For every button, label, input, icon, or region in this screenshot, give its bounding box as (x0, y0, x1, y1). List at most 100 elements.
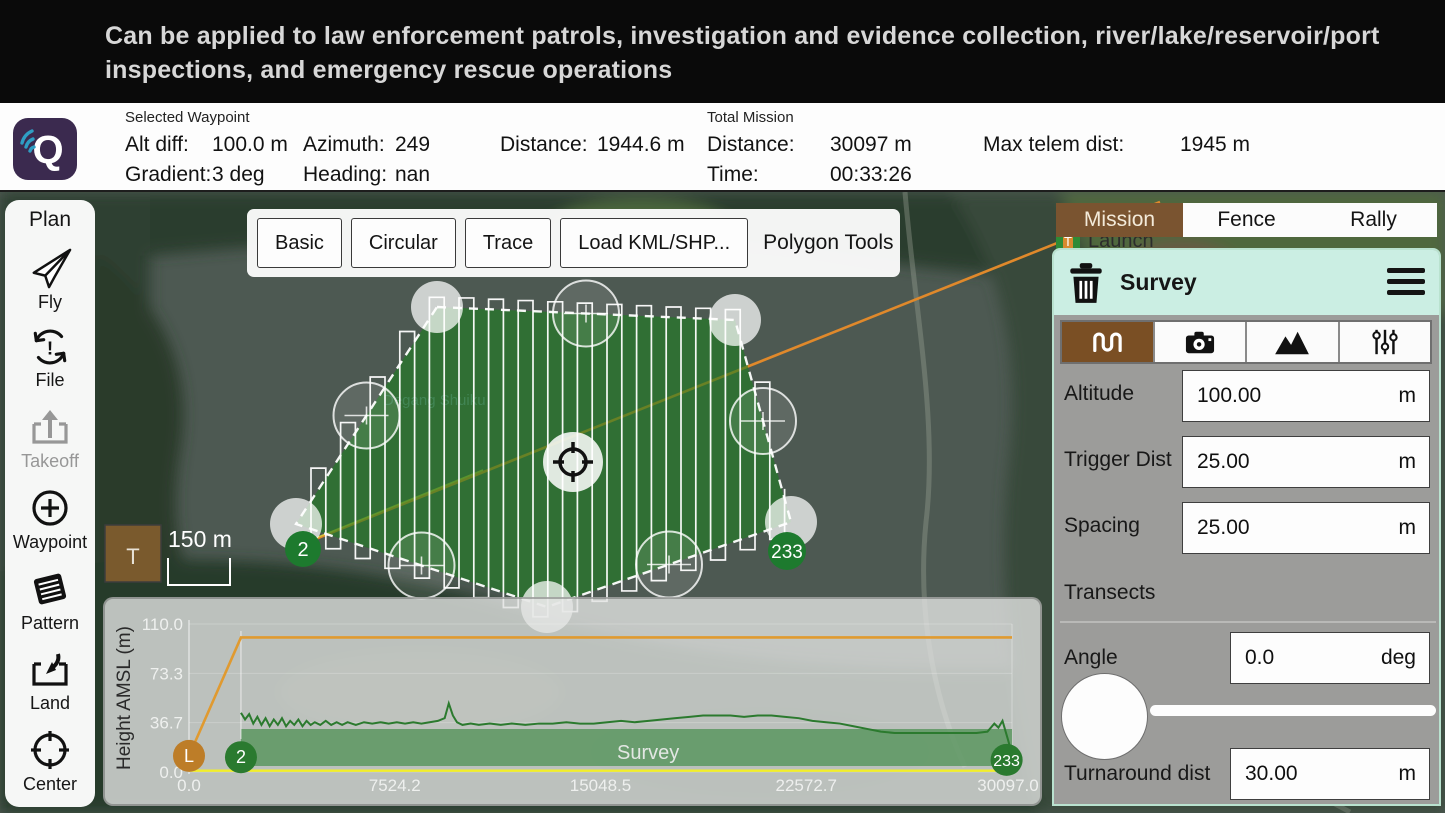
basic-button[interactable]: Basic (257, 218, 342, 268)
spacing-label: Spacing (1064, 514, 1140, 538)
waypoint-marker-2[interactable]: 2 (285, 531, 321, 567)
transects-section-label: Transects (1064, 581, 1155, 605)
banner-text-line1: Can be applied to law enforcement patrol… (105, 22, 1380, 51)
map-workspace: Degang Shuiku 2 (0, 192, 1445, 813)
mission-time-label: Time: (707, 163, 759, 187)
chart-marker-2: 2 (225, 741, 257, 773)
tab-fence[interactable]: Fence (1183, 203, 1310, 237)
chart-y-axis-title: Height AMSL (m) (114, 618, 136, 778)
altitude-input[interactable]: 100.00 m (1182, 370, 1430, 422)
wp-distance-label: Distance: (500, 133, 588, 157)
sidebar-item-pattern[interactable]: Pattern (21, 568, 79, 634)
polygon-edge-split-handle[interactable] (389, 533, 455, 599)
gradient-value: 3 deg (212, 163, 265, 187)
tab-terrain[interactable] (1247, 322, 1338, 362)
svg-text:Q: Q (32, 128, 63, 172)
mission-time-value: 00:33:26 (830, 163, 912, 187)
x-tick-label: 7524.2 (369, 776, 421, 795)
polygon-edge-split-handle[interactable] (730, 388, 796, 454)
sidebar-label-file: File (35, 370, 64, 391)
tab-stats[interactable] (1340, 322, 1431, 362)
sidebar-label-land: Land (30, 693, 70, 714)
plan-sidebar: Plan Fly ! File Takeoff (5, 200, 95, 807)
sidebar-item-land[interactable]: Land (28, 648, 72, 714)
transect-grid-icon (1090, 327, 1124, 357)
waypoint-marker-233[interactable]: 233 (768, 532, 806, 570)
trigger-dist-input[interactable]: 25.00 m (1182, 436, 1430, 488)
altitude-label: Altitude (1064, 382, 1134, 406)
delete-survey-icon[interactable] (1066, 261, 1106, 305)
angle-slider-knob[interactable] (1061, 673, 1148, 760)
wp-distance-value: 1944.6 m (597, 133, 685, 157)
spacing-input[interactable]: 25.00 m (1182, 502, 1430, 554)
svg-text:150 m: 150 m (168, 526, 232, 552)
max-telem-label: Max telem dist: (983, 133, 1124, 157)
survey-menu-icon[interactable] (1387, 268, 1425, 296)
polygon-vertex-handle[interactable] (411, 281, 463, 333)
banner-text-line2: inspections, and emergency rescue operat… (105, 56, 672, 85)
polygon-edge-split-handle[interactable] (334, 383, 400, 449)
app-logo: Q (12, 117, 78, 181)
tab-grid[interactable] (1062, 322, 1153, 362)
turnaround-dist-input[interactable]: 30.00 m (1230, 748, 1430, 800)
x-tick-label: 0.0 (177, 776, 201, 795)
svg-text:233: 233 (771, 542, 803, 563)
survey-settings-panel: Survey (1052, 248, 1441, 806)
elevation-profile-chart: Survey110.073.336.70.00.07524.215048.522… (105, 599, 1040, 804)
turnaround-dist-label: Turnaround dist (1064, 762, 1210, 786)
svg-text:2: 2 (236, 747, 246, 767)
elevation-profile-panel: Height AMSL (m) Survey110.073.336.70.00.… (103, 597, 1042, 806)
total-mission-title: Total Mission (707, 109, 794, 126)
sidebar-item-center[interactable]: Center (23, 729, 77, 795)
plan-view-tabs: Mission Fence Rally (1056, 203, 1437, 237)
sync-icon: ! (29, 327, 71, 367)
sidebar-item-fly[interactable]: Fly (27, 247, 73, 313)
polygon-edge-split-handle[interactable] (553, 281, 619, 347)
sidebar-label-fly: Fly (38, 292, 62, 313)
sliders-icon (1370, 327, 1400, 357)
sidebar-label-center: Center (23, 774, 77, 795)
mountains-icon (1273, 327, 1311, 357)
svg-text:T: T (126, 544, 139, 569)
alt-diff-label: Alt diff: (125, 133, 189, 157)
heading-label: Heading: (303, 163, 387, 187)
polygon-edge-split-handle[interactable] (636, 532, 702, 598)
tab-mission[interactable]: Mission (1056, 203, 1183, 237)
sidebar-item-file[interactable]: ! File (29, 327, 71, 391)
heading-value: nan (395, 163, 430, 187)
top-banner: Can be applied to law enforcement patrol… (0, 0, 1445, 103)
sidebar-label-waypoint: Waypoint (13, 532, 87, 553)
angle-input[interactable]: 0.0 deg (1230, 632, 1430, 684)
tab-rally[interactable]: Rally (1310, 203, 1437, 237)
polygon-vertex-handle[interactable] (709, 294, 761, 346)
polygon-toolbar: Basic Circular Trace Load KML/SHP... Pol… (247, 209, 900, 277)
x-tick-label: 30097.0 (977, 776, 1038, 795)
paper-plane-icon (27, 247, 73, 289)
angle-slider[interactable] (1150, 705, 1436, 716)
section-divider (1060, 621, 1436, 623)
survey-panel-header: Survey (1054, 250, 1439, 315)
sidebar-item-waypoint[interactable]: Waypoint (13, 487, 87, 553)
max-telem-value: 1945 m (1180, 133, 1250, 157)
tab-camera[interactable] (1155, 322, 1246, 362)
svg-text:L: L (184, 746, 194, 766)
takeoff-marker[interactable]: T (105, 525, 161, 582)
polygon-tools-label: Polygon Tools (757, 231, 893, 255)
y-tick-label: 110.0 (142, 615, 183, 634)
sidebar-item-takeoff[interactable]: Takeoff (21, 406, 79, 472)
polygon-center-handle[interactable] (543, 432, 603, 492)
circular-button[interactable]: Circular (351, 218, 456, 268)
gradient-label: Gradient: (125, 163, 211, 187)
trigger-dist-label: Trigger Dist (1064, 448, 1172, 472)
add-waypoint-icon (29, 487, 71, 529)
svg-text:233: 233 (993, 753, 1020, 770)
selected-waypoint-title: Selected Waypoint (125, 109, 250, 126)
load-kml-shp-button[interactable]: Load KML/SHP... (560, 218, 748, 268)
camera-icon (1183, 327, 1217, 357)
azimuth-value: 249 (395, 133, 430, 157)
trace-button[interactable]: Trace (465, 218, 551, 268)
chart-marker-233: 233 (991, 744, 1023, 776)
sidebar-label-takeoff: Takeoff (21, 451, 79, 472)
app-window: { "banner": { "line1": "Can be applied t… (0, 0, 1445, 813)
azimuth-label: Azimuth: (303, 133, 385, 157)
